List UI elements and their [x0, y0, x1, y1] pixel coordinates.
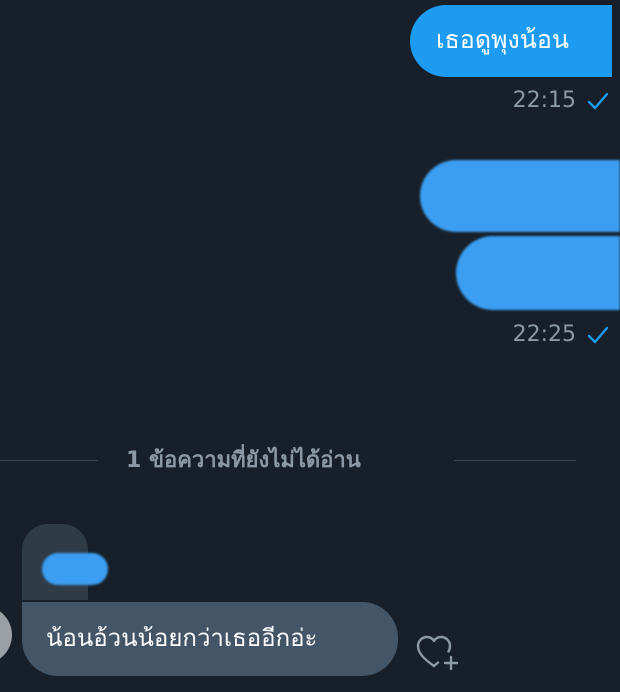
unread-divider: 1 ข้อความที่ยังไม่ได้อ่าน [0, 444, 620, 478]
divider-line [0, 460, 98, 461]
outgoing-message-bubble[interactable]: เธอดูพุงน้อน [410, 5, 612, 77]
check-icon [586, 89, 610, 113]
message-text: น้อนอ้วนน้อยกว่าเธออีกอ่ะ [46, 624, 318, 652]
message-time: 22:15 [512, 88, 576, 113]
redacted-message-bubble[interactable] [420, 160, 620, 232]
message-meta: 22:25 [513, 322, 610, 348]
redacted-sender-name [42, 553, 108, 585]
divider-line [454, 460, 576, 461]
chat-screen: เธอดูพุงน้อน 22:15 22:25 1 ข้อความที่ยัง… [0, 0, 620, 692]
check-icon [586, 323, 610, 347]
message-text: เธอดูพุงน้อน [436, 25, 569, 54]
unread-label: 1 ข้อความที่ยังไม่ได้อ่าน [126, 448, 361, 473]
heart-plus-icon[interactable] [414, 632, 462, 672]
redacted-message-bubble[interactable] [456, 236, 620, 310]
message-time: 22:25 [512, 322, 576, 347]
message-meta: 22:15 [513, 88, 610, 114]
incoming-message-bubble[interactable]: น้อนอ้วนน้อยกว่าเธออีกอ่ะ [22, 602, 398, 676]
avatar[interactable] [0, 606, 12, 664]
